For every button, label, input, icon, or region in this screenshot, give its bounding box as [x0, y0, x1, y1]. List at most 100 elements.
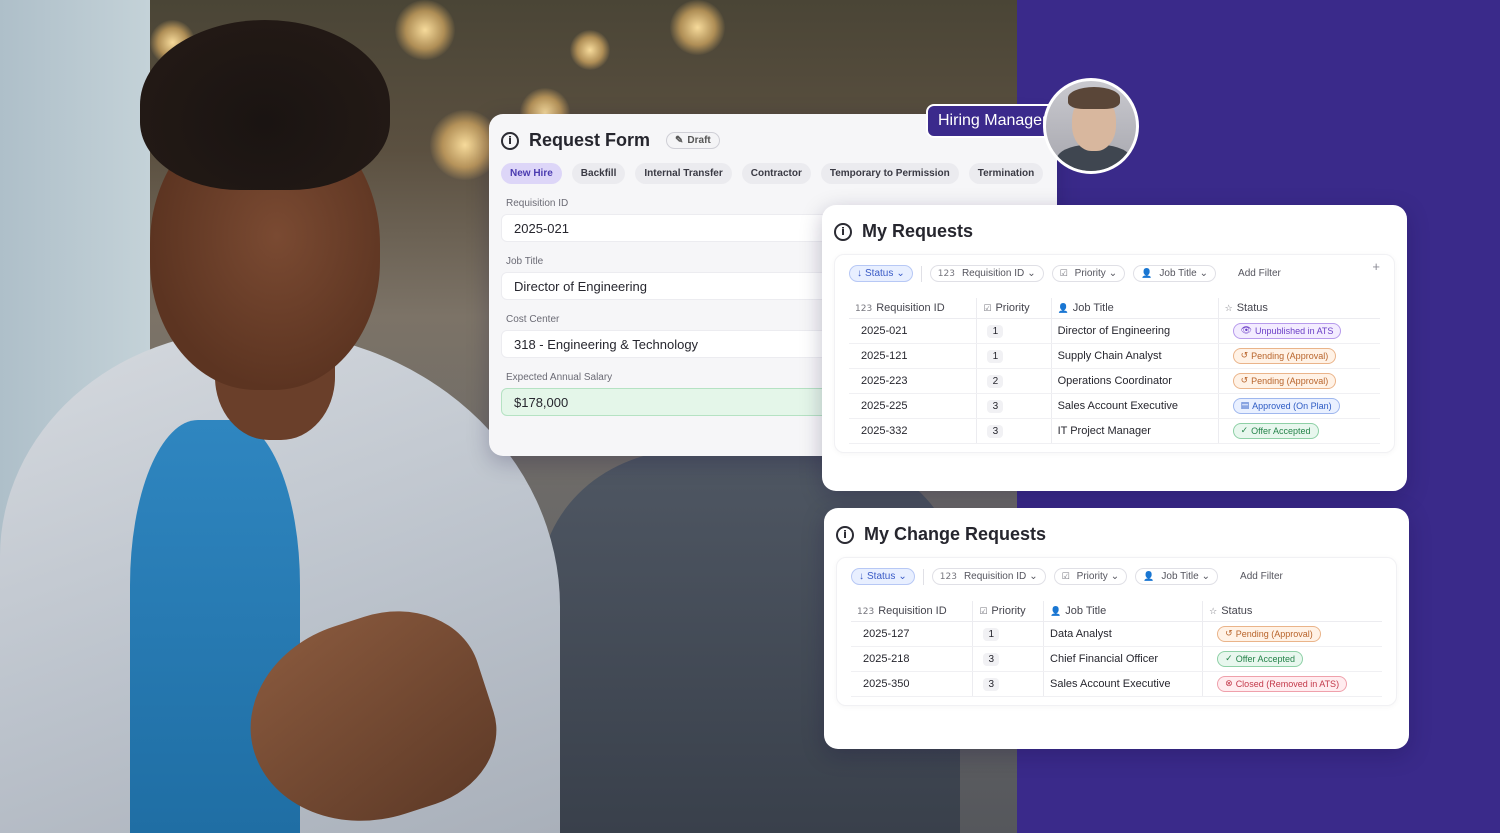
status-badge: ↺ Pending (Approval): [1232, 348, 1337, 364]
cell-job-title: Sales Account Executive: [1050, 393, 1219, 419]
requisition-id-input[interactable]: 2025-021: [501, 214, 831, 242]
my-change-requests-card: i My Change Requests ↓ Status ⌄ 123 Requisi…: [824, 508, 1409, 749]
column-header-status[interactable]: ☆ Status: [1202, 601, 1382, 622]
request-type-tabs: New Hire Backfill Internal Transfer Cont…: [501, 163, 1045, 184]
tab-termination[interactable]: Termination: [968, 163, 1044, 184]
person-icon: 👤: [1057, 304, 1069, 314]
document-icon: ▤: [1240, 401, 1250, 411]
number-icon: 123: [937, 268, 955, 279]
info-icon: i: [834, 222, 852, 241]
status-badge: ⊗ Closed (Removed in ATS): [1217, 676, 1348, 692]
column-header-job-title[interactable]: 👤 Job Title: [1043, 601, 1203, 622]
info-icon: i: [836, 525, 854, 544]
status-badge: ↺ Pending (Approval): [1217, 626, 1321, 642]
filter-requisition-id[interactable]: 123 Requisition ID ⌄: [931, 568, 1046, 585]
divider: [920, 265, 922, 282]
column-header-status[interactable]: ☆ Status: [1217, 298, 1380, 319]
status-badge: ↺ Pending (Approval): [1232, 373, 1337, 389]
cell-job-title: Chief Financial Officer: [1043, 646, 1203, 672]
column-header-requisition-id[interactable]: 123 Requisition ID: [849, 298, 977, 319]
cell-requisition-id: 2025-225: [849, 393, 977, 419]
sort-down-icon: ↓: [857, 268, 862, 279]
my-requests-table: 123 Requisition ID ☑ Priority 👤 Job Title ☆…: [849, 298, 1380, 444]
my-change-requests-title: My Change Requests: [864, 524, 1047, 544]
cell-requisition-id: 2025-218: [851, 646, 973, 672]
my-change-requests-header: i My Change Requests: [836, 524, 1397, 545]
divider: [922, 568, 924, 585]
check-circle-icon: ✓: [1240, 426, 1249, 436]
cell-job-title: Director of Engineering: [1050, 318, 1219, 344]
star-icon: ☆: [1209, 607, 1218, 617]
chevron-down-icon: ⌄: [1029, 571, 1038, 582]
cell-job-title: Operations Coordinator: [1050, 368, 1219, 394]
cell-status: ⊗ Closed (Removed in ATS): [1202, 671, 1382, 697]
status-badge: ✓ Offer Accepted: [1217, 651, 1304, 667]
tab-backfill[interactable]: Backfill: [571, 163, 626, 184]
salary-input[interactable]: $178,000: [501, 388, 831, 416]
cell-status: ✓ Offer Accepted: [1217, 418, 1380, 444]
cell-status: ↺ Pending (Approval): [1217, 343, 1380, 369]
chevron-down-icon: ⌄: [898, 571, 907, 582]
cell-status: ▤ Approved (On Plan): [1217, 393, 1380, 419]
cell-priority: 1: [972, 621, 1044, 647]
history-icon: ↺: [1240, 351, 1249, 361]
table-header-row: 123 Requisition ID ☑ Priority 👤 Job Title ☆…: [851, 601, 1382, 622]
filter-priority[interactable]: ☑ Priority ⌄: [1053, 568, 1128, 585]
cell-priority: 3: [976, 418, 1052, 444]
hiring-manager-label: Hiring Manager: [926, 104, 1060, 138]
filter-bar: ↓ Status ⌄ 123 Requisition ID ⌄ ☑ Priority ⌄ 👤…: [849, 259, 1380, 282]
status-badge: ✓ Offer Accepted: [1232, 423, 1319, 439]
table-row[interactable]: 2025-223 2 Operations Coordinator ↺ Pendi…: [849, 368, 1380, 394]
cell-priority: 2: [976, 368, 1052, 394]
my-change-requests-table: 123 Requisition ID ☑ Priority 👤 Job Title ☆…: [851, 601, 1382, 697]
my-requests-card: i My Requests ↓ Status ⌄ 123 Requisition ID…: [822, 205, 1407, 491]
cell-status: ↺ Pending (Approval): [1217, 368, 1380, 394]
cost-center-input[interactable]: 318 - Engineering & Technology: [501, 330, 831, 358]
column-header-requisition-id[interactable]: 123 Requisition ID: [851, 601, 973, 622]
table-row[interactable]: 2025-218 3 Chief Financial Officer ✓ Offe…: [851, 646, 1382, 672]
draft-badge[interactable]: ✎ Draft: [666, 132, 720, 149]
column-header-priority[interactable]: ☑ Priority: [972, 601, 1044, 622]
cell-priority: 1: [976, 343, 1052, 369]
eye-icon: 👁: [1240, 326, 1253, 336]
job-title-input[interactable]: Director of Engineering: [501, 272, 831, 300]
plus-icon[interactable]: +: [1372, 259, 1380, 274]
filter-job-title[interactable]: 👤 Job Title ⌄: [1133, 265, 1217, 282]
cell-status: ↺ Pending (Approval): [1202, 621, 1382, 647]
filter-status[interactable]: ↓ Status ⌄: [849, 265, 913, 282]
column-header-priority[interactable]: ☑ Priority: [976, 298, 1052, 319]
table-row[interactable]: 2025-121 1 Supply Chain Analyst ↺ Pending…: [849, 343, 1380, 369]
chevron-down-icon: ⌄: [1110, 571, 1120, 582]
table-row[interactable]: 2025-332 3 IT Project Manager ✓ Offer Acc…: [849, 418, 1380, 444]
add-filter-button[interactable]: Add Filter: [1238, 268, 1281, 279]
table-row[interactable]: 2025-350 3 Sales Account Executive ⊗ Clos…: [851, 671, 1382, 697]
filter-priority[interactable]: ☑ Priority ⌄: [1051, 265, 1126, 282]
cell-job-title: Sales Account Executive: [1043, 671, 1203, 697]
check-circle-icon: ✓: [1225, 654, 1233, 664]
table-row[interactable]: 2025-225 3 Sales Account Executive ▤ Appr…: [849, 393, 1380, 419]
tab-contractor[interactable]: Contractor: [741, 163, 811, 184]
cell-priority: 3: [972, 671, 1044, 697]
filter-status[interactable]: ↓ Status ⌄: [851, 568, 915, 585]
table-row[interactable]: 2025-127 1 Data Analyst ↺ Pending (Approv…: [851, 621, 1382, 647]
cell-status: 👁 Unpublished in ATS: [1217, 318, 1380, 344]
status-badge: 👁 Unpublished in ATS: [1232, 323, 1342, 339]
person-icon: 👤: [1141, 268, 1153, 279]
history-icon: ↺: [1240, 376, 1249, 386]
filter-bar: ↓ Status ⌄ 123 Requisition ID ⌄ ☑ Priority ⌄ 👤…: [851, 568, 1382, 585]
sort-down-icon: ↓: [859, 571, 864, 582]
add-filter-button[interactable]: Add Filter: [1240, 571, 1283, 582]
tab-new-hire[interactable]: New Hire: [501, 163, 562, 184]
column-header-job-title[interactable]: 👤 Job Title: [1050, 298, 1219, 319]
filter-requisition-id[interactable]: 123 Requisition ID ⌄: [929, 265, 1044, 282]
tab-temporary-to-permission[interactable]: Temporary to Permission: [820, 163, 959, 184]
cell-priority: 3: [972, 646, 1044, 672]
cell-requisition-id: 2025-332: [849, 418, 977, 444]
checkbox-icon: ☑: [1059, 268, 1068, 279]
filter-job-title[interactable]: 👤 Job Title ⌄: [1135, 568, 1219, 585]
tab-internal-transfer[interactable]: Internal Transfer: [635, 163, 732, 184]
cell-status: ✓ Offer Accepted: [1202, 646, 1382, 672]
cell-priority: 3: [976, 393, 1052, 419]
chevron-down-icon: ⌄: [1199, 268, 1209, 279]
table-row[interactable]: 2025-021 1 Director of Engineering 👁 Unpu…: [849, 318, 1380, 344]
